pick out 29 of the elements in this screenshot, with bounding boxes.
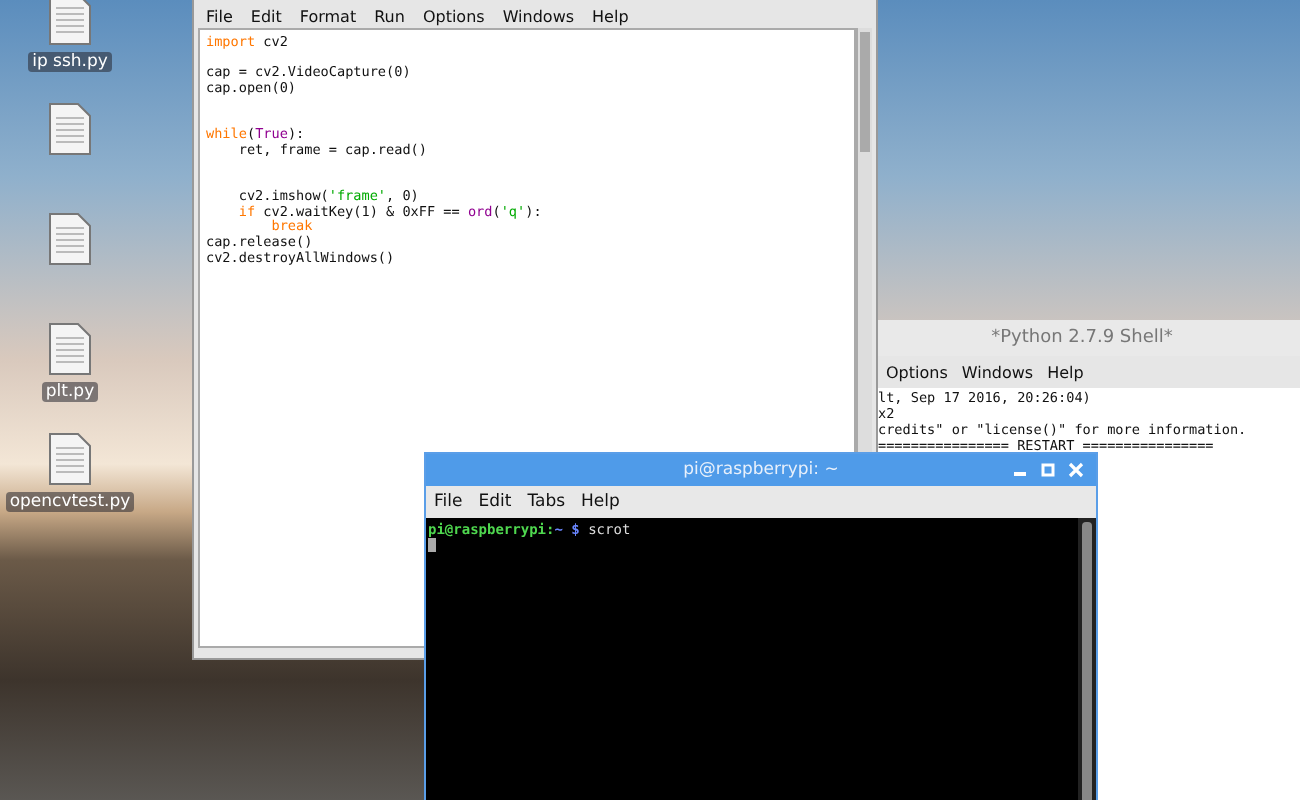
menu-item[interactable]: Options	[422, 8, 485, 26]
menu-item[interactable]: Help	[592, 8, 629, 26]
window-title: pi@raspberrypi: ~	[683, 460, 839, 480]
maximize-icon[interactable]	[1040, 462, 1056, 478]
menu-item[interactable]: Tabs	[527, 492, 566, 512]
menu-item[interactable]: File	[434, 492, 463, 512]
menu-item[interactable]: Run	[374, 8, 405, 26]
menu-item[interactable]: Edit	[250, 8, 282, 26]
window-title: *Python 2.7.9 Shell*	[991, 328, 1173, 348]
menu-item[interactable]: Edit	[478, 492, 512, 512]
menu-item[interactable]: File	[206, 8, 233, 26]
menu-item[interactable]: Options	[886, 363, 948, 381]
file-label[interactable]: ip ssh.py	[28, 52, 112, 72]
text-cursor	[428, 538, 436, 552]
file-icon[interactable]	[48, 0, 92, 46]
file-icon[interactable]	[48, 102, 92, 156]
file-icon[interactable]	[48, 212, 92, 266]
file-icon[interactable]	[48, 322, 92, 376]
menu-item[interactable]: Windows	[502, 8, 575, 26]
scrollbar[interactable]	[1078, 518, 1096, 800]
close-icon[interactable]	[1068, 462, 1084, 478]
menu-item[interactable]: Windows	[961, 363, 1034, 381]
menu-item[interactable]: Help	[581, 492, 620, 512]
file-label[interactable]: opencvtest.py	[5, 492, 135, 512]
file-label[interactable]: plt.py	[41, 382, 99, 402]
scrollbar[interactable]	[856, 28, 872, 452]
menu-item[interactable]: Format	[299, 8, 357, 26]
menu-item[interactable]: Help	[1047, 363, 1084, 381]
file-icon[interactable]	[48, 432, 92, 486]
